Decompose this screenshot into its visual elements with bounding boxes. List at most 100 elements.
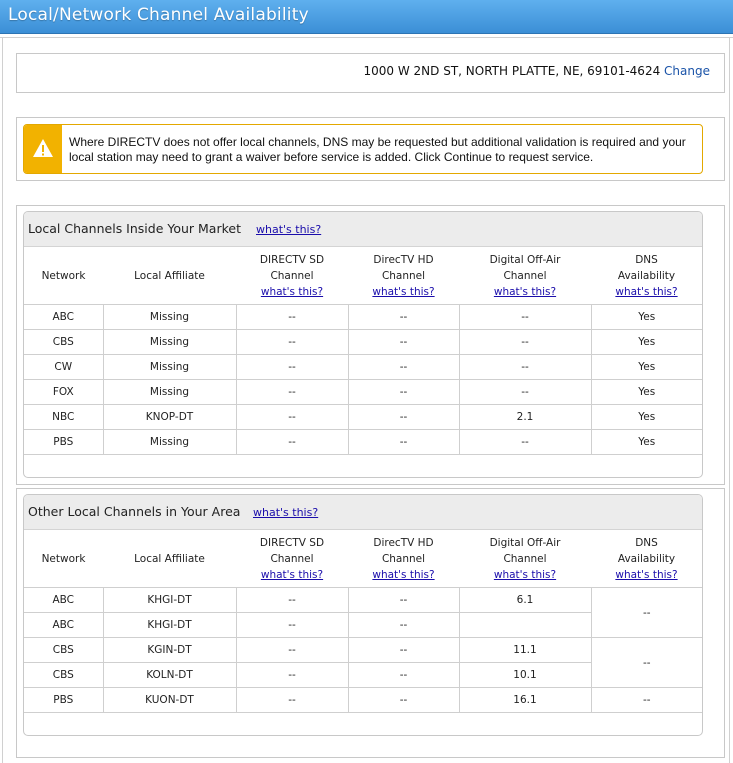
table-row: PBS KUON-DT -- -- 16.1 -- — [24, 687, 702, 713]
table-header-row: Network Local Affiliate DIRECTV SD Channe… — [24, 530, 702, 588]
off-air-help-link[interactable]: what's this? — [494, 569, 556, 581]
inside-market-panel: Local Channels Inside Your Market what's… — [23, 211, 703, 478]
cell-sd: -- — [236, 687, 349, 713]
cell-hd: -- — [348, 587, 460, 613]
cell-off-air: -- — [459, 304, 592, 330]
cell-hd: -- — [348, 404, 460, 430]
cell-network: CW — [24, 354, 104, 380]
cell-network: ABC — [24, 304, 104, 330]
inside-market-header: Local Channels Inside Your Market what's… — [24, 212, 702, 247]
cell-affiliate: Missing — [103, 429, 237, 455]
inside-market-help-link[interactable]: what's this? — [256, 223, 321, 236]
cell-sd: -- — [236, 429, 349, 455]
cell-hd: -- — [348, 637, 460, 663]
cell-off-air: -- — [459, 354, 592, 380]
cell-hd: -- — [348, 429, 460, 455]
cell-hd: -- — [348, 687, 460, 713]
cell-off-air — [459, 612, 592, 638]
other-area-section: Other Local Channels in Your Area what's… — [16, 488, 725, 758]
cell-sd: -- — [236, 304, 349, 330]
cell-dns: -- — [591, 587, 702, 638]
other-area-help-link[interactable]: what's this? — [253, 506, 318, 519]
hd-help-link[interactable]: what's this? — [372, 286, 434, 298]
col-dns: DNS Availability what's this? — [591, 247, 702, 305]
window-title-bar: Local/Network Channel Availability — [0, 0, 733, 34]
other-area-title: Other Local Channels in Your Area — [28, 504, 241, 519]
cell-hd: -- — [348, 354, 460, 380]
cell-dns: Yes — [591, 304, 702, 330]
cell-off-air: 10.1 — [459, 662, 592, 688]
dns-warning-alert: Where DIRECTV does not offer local chann… — [23, 124, 703, 174]
warning-triangle-icon — [24, 125, 62, 173]
service-address: 1000 W 2ND ST, NORTH PLATTE, NE, 69101-4… — [364, 64, 710, 78]
table-row: FOX Missing -- -- -- Yes — [24, 379, 702, 405]
col-network: Network — [24, 247, 103, 305]
col-directv-sd: DIRECTV SD Channel what's this? — [236, 247, 348, 305]
cell-sd: -- — [236, 329, 349, 355]
cell-network: CBS — [24, 329, 104, 355]
col-directv-hd: DirecTV HD Channel what's this? — [348, 530, 459, 588]
frame-left-border — [2, 37, 3, 763]
table-row: NBC KNOP-DT -- -- 2.1 Yes — [24, 404, 702, 430]
cell-affiliate: KGIN-DT — [103, 637, 237, 663]
inside-market-table: Network Local Affiliate DIRECTV SD Channe… — [24, 247, 702, 455]
cell-network: NBC — [24, 404, 104, 430]
cell-off-air: 11.1 — [459, 637, 592, 663]
sd-help-link[interactable]: what's this? — [261, 286, 323, 298]
cell-hd: -- — [348, 612, 460, 638]
col-off-air: Digital Off-Air Channel what's this? — [459, 247, 591, 305]
hd-help-link[interactable]: what's this? — [372, 569, 434, 581]
dns-help-link[interactable]: what's this? — [615, 569, 677, 581]
col-affiliate: Local Affiliate — [103, 530, 236, 588]
cell-sd: -- — [236, 662, 349, 688]
cell-dns: Yes — [591, 404, 702, 430]
cell-sd: -- — [236, 379, 349, 405]
cell-network: ABC — [24, 587, 104, 613]
cell-dns: Yes — [591, 354, 702, 380]
cell-affiliate: KHGI-DT — [103, 612, 237, 638]
cell-network: ABC — [24, 612, 104, 638]
other-area-header: Other Local Channels in Your Area what's… — [24, 495, 702, 530]
window-title: Local/Network Channel Availability — [8, 5, 309, 25]
cell-hd: -- — [348, 379, 460, 405]
cell-network: CBS — [24, 637, 104, 663]
cell-hd: -- — [348, 304, 460, 330]
cell-hd: -- — [348, 329, 460, 355]
other-area-table: Network Local Affiliate DIRECTV SD Channe… — [24, 530, 702, 713]
dns-help-link[interactable]: what's this? — [615, 286, 677, 298]
table-row: ABC Missing -- -- -- Yes — [24, 304, 702, 330]
address-text: 1000 W 2ND ST, NORTH PLATTE, NE, 69101-4… — [363, 64, 661, 78]
cell-affiliate: KNOP-DT — [103, 404, 237, 430]
table-row: ABC KHGI-DT -- -- 6.1 -- — [24, 587, 702, 638]
table-row: CBS Missing -- -- -- Yes — [24, 329, 702, 355]
sd-help-link[interactable]: what's this? — [261, 569, 323, 581]
frame-right-border — [729, 37, 730, 763]
inside-market-section: Local Channels Inside Your Market what's… — [16, 205, 725, 485]
cell-off-air: 6.1 — [459, 587, 592, 613]
col-network: Network — [24, 530, 103, 588]
cell-network: PBS — [24, 687, 104, 713]
cell-off-air: 16.1 — [459, 687, 592, 713]
cell-sd: -- — [236, 587, 349, 613]
cell-dns: Yes — [591, 429, 702, 455]
col-affiliate: Local Affiliate — [103, 247, 236, 305]
notice-container: Where DIRECTV does not offer local chann… — [16, 117, 725, 181]
other-area-panel: Other Local Channels in Your Area what's… — [23, 494, 703, 736]
cell-network: PBS — [24, 429, 104, 455]
table-row: CBS KGIN-DT -- -- 11.1 -- — [24, 637, 702, 688]
col-dns: DNS Availability what's this? — [591, 530, 702, 588]
cell-affiliate: KHGI-DT — [103, 587, 237, 613]
cell-off-air: 2.1 — [459, 404, 592, 430]
cell-sd: -- — [236, 612, 349, 638]
cell-dns: Yes — [591, 329, 702, 355]
cell-off-air: -- — [459, 429, 592, 455]
cell-affiliate: Missing — [103, 304, 237, 330]
cell-affiliate: Missing — [103, 379, 237, 405]
cell-sd: -- — [236, 637, 349, 663]
cell-dns: -- — [591, 687, 702, 713]
off-air-help-link[interactable]: what's this? — [494, 286, 556, 298]
cell-affiliate: KUON-DT — [103, 687, 237, 713]
cell-network: FOX — [24, 379, 104, 405]
table-row: CW Missing -- -- -- Yes — [24, 354, 702, 380]
change-address-link[interactable]: Change — [664, 64, 710, 78]
